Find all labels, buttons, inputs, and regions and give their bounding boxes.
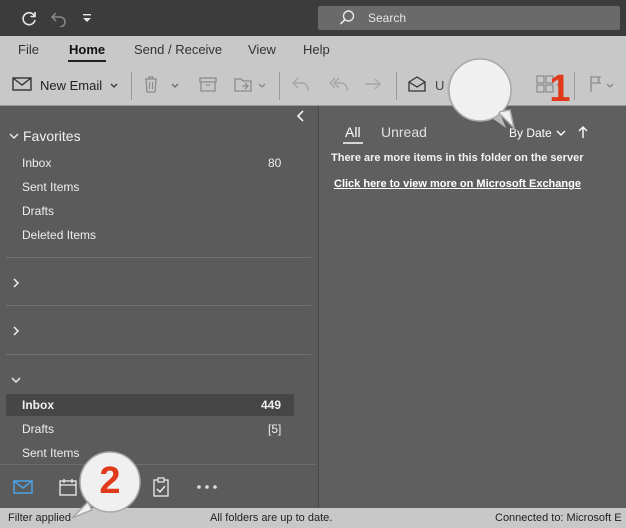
favorites-header[interactable]: Favorites xyxy=(8,128,81,144)
customize-toolbar-icon[interactable] xyxy=(76,7,98,29)
folder-inbox-favorite[interactable]: Inbox xyxy=(22,156,51,170)
section-divider xyxy=(6,257,311,258)
forward-button[interactable] xyxy=(363,74,383,96)
section-divider xyxy=(6,354,311,355)
filter-all-tab[interactable]: All xyxy=(343,124,363,144)
folder-inbox[interactable]: Inbox xyxy=(22,398,54,412)
folder-pane: Favorites Inbox 80 Sent Items Drafts Del… xyxy=(0,106,316,508)
search-box[interactable]: Search xyxy=(318,6,620,30)
folder-drafts-favorite[interactable]: Drafts xyxy=(22,204,54,218)
chevron-down-icon[interactable] xyxy=(606,78,614,92)
callout-number: 1 xyxy=(549,68,571,110)
new-email-button[interactable]: New Email xyxy=(12,74,118,96)
tab-help[interactable]: Help xyxy=(302,42,331,57)
folder-drafts[interactable]: Drafts xyxy=(22,422,54,436)
envelope-icon xyxy=(12,76,32,95)
delete-button[interactable] xyxy=(143,74,179,96)
folder-deleted-items-favorite[interactable]: Deleted Items xyxy=(22,228,96,242)
inbox-count: 449 xyxy=(261,398,282,412)
drafts-count: [5] xyxy=(268,422,282,436)
folder-sent-items-favorite[interactable]: Sent Items xyxy=(22,180,79,194)
section-divider xyxy=(6,305,311,306)
reply-icon xyxy=(291,75,311,96)
chevron-right-icon[interactable] xyxy=(10,277,22,289)
move-folder-icon xyxy=(234,75,254,96)
view-more-exchange-link[interactable]: Click here to view more on Microsoft Exc… xyxy=(334,178,581,190)
tab-home[interactable]: Home xyxy=(68,42,107,62)
tab-send-receive[interactable]: Send / Receive xyxy=(133,42,223,57)
title-bar: Search xyxy=(0,0,626,36)
favorites-label: Favorites xyxy=(23,128,81,144)
message-list-pane: All Unread By Date There are more items … xyxy=(318,106,626,508)
server-items-notice: There are more items in this folder on t… xyxy=(331,152,584,164)
undo-icon[interactable] xyxy=(48,7,70,29)
inbox-unread-count: 80 xyxy=(268,156,282,170)
callout-number: 2 xyxy=(99,460,121,502)
search-placeholder: Search xyxy=(368,11,407,25)
callout-badge-1: 1 xyxy=(440,56,571,132)
sync-icon[interactable] xyxy=(18,7,40,29)
chevron-down-icon[interactable] xyxy=(10,374,22,386)
tab-view[interactable]: View xyxy=(247,42,277,57)
ribbon-divider xyxy=(396,72,397,100)
chevron-down-icon[interactable] xyxy=(171,78,179,92)
mail-icon[interactable] xyxy=(12,476,34,498)
chevron-right-icon[interactable] xyxy=(10,325,22,337)
move-button[interactable] xyxy=(234,74,266,96)
reply-button[interactable] xyxy=(291,74,311,96)
collapse-pane-icon[interactable] xyxy=(295,109,307,123)
callout-bubble-icon xyxy=(447,58,516,131)
more-options-icon[interactable] xyxy=(196,476,218,498)
tab-file[interactable]: File xyxy=(17,42,40,57)
chevron-down-icon xyxy=(556,126,566,140)
sort-direction-arrow-icon[interactable] xyxy=(578,125,588,142)
search-icon xyxy=(338,9,356,30)
open-envelope-icon xyxy=(407,75,427,96)
chevron-down-icon[interactable] xyxy=(110,78,118,92)
module-navigation-bar xyxy=(0,464,316,508)
filter-status: Filter applied xyxy=(8,512,71,524)
ribbon-divider xyxy=(131,72,132,100)
filter-unread-tab[interactable]: Unread xyxy=(381,124,427,140)
new-email-label: New Email xyxy=(40,77,103,93)
ribbon-divider xyxy=(279,72,280,100)
chevron-down-icon[interactable] xyxy=(258,78,266,92)
chevron-down-icon xyxy=(8,128,20,144)
unread-read-button[interactable]: U xyxy=(407,74,444,96)
archive-button[interactable] xyxy=(199,74,217,96)
tasks-icon[interactable] xyxy=(150,476,172,498)
connection-status: Connected to: Microsoft E xyxy=(495,512,622,524)
archive-icon xyxy=(199,76,217,95)
callout-badge-2: 2 xyxy=(70,448,146,520)
trash-icon xyxy=(143,75,159,96)
forward-arrow-icon xyxy=(363,75,383,96)
reply-all-icon xyxy=(327,75,349,96)
reply-all-button[interactable] xyxy=(327,74,349,96)
sync-status: All folders are up to date. xyxy=(210,512,333,524)
